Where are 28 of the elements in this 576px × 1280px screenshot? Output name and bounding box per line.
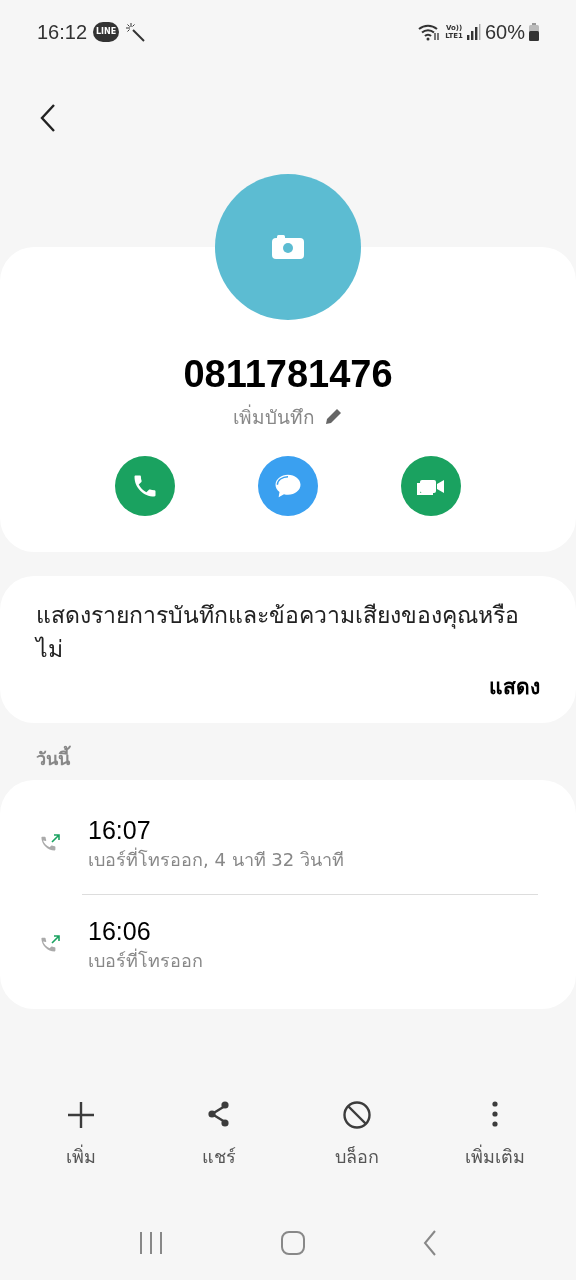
block-icon [342,1100,372,1130]
toolbar-button[interactable]: บล็อก [302,1100,412,1170]
toolbar-button[interactable]: เพิ่ม [26,1100,136,1170]
status-time: 16:12 [37,20,88,45]
back-nav-icon[interactable] [423,1230,437,1256]
add-note-button[interactable]: เพิ่มบันทึก [233,403,343,432]
plus-icon [66,1100,96,1130]
camera-icon [272,235,304,259]
magic-wand-icon [125,22,146,42]
toolbar-button[interactable]: เพิ่มเติม [440,1100,550,1170]
signal-icon [466,24,481,40]
phone-number: 0811781476 [183,352,393,397]
section-label: วันนี้ [0,745,106,772]
call-time: 16:06 [88,916,152,947]
call-detail: เบอร์ที่โทรออก [88,947,203,973]
toolbar-button[interactable]: แชร์ [164,1100,274,1170]
battery-icon [529,23,539,41]
call-detail: เบอร์ที่โทรออก, 4 นาที 32 วินาที [88,846,344,872]
share-icon [207,1100,231,1128]
wifi-icon [417,23,442,41]
show-button[interactable]: แสดง [489,671,540,703]
more-icon [491,1100,499,1128]
prompt-text: แสดงรายการบันทึกและข้อความเสียงของคุณหรือไม่ [36,600,520,664]
recent-apps-icon[interactable] [139,1231,163,1255]
home-icon[interactable] [281,1231,305,1255]
chat-app-badge: LINE [93,22,120,42]
battery-percent: 60% [484,20,525,45]
call-time: 16:07 [88,815,152,846]
